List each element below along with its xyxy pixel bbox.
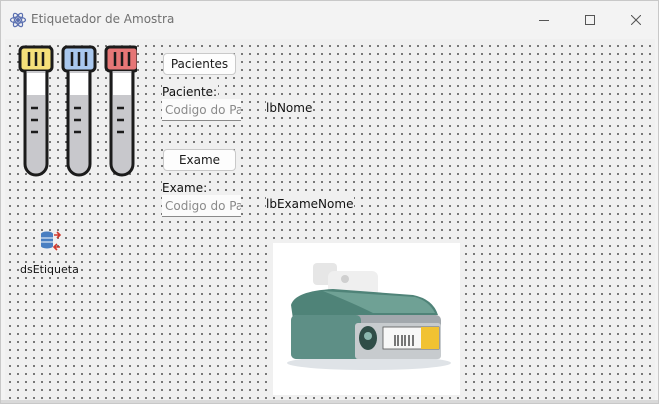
form-design-surface: Pacientes Paciente: Codigo do Paciente l… [5,39,655,400]
exame-button[interactable]: Exame [163,149,236,171]
maximize-button[interactable] [567,1,613,39]
close-button[interactable] [613,1,658,39]
close-icon [631,15,641,25]
pacientes-button[interactable]: Pacientes [163,53,236,75]
exam-name-label: lbExameNome [266,197,355,211]
horizontal-scrollbar[interactable] [1,400,658,403]
title-bar[interactable]: Etiquetador de Amostra [1,1,658,39]
database-icon[interactable] [38,229,62,253]
minimize-button[interactable] [521,1,567,39]
test-tubes-icon [18,45,137,177]
app-window: Etiquetador de Amostra Pacientes Pacient… [0,0,659,404]
exame-label: Exame: [162,181,209,195]
patient-name-label: lbNome [266,101,314,115]
exame-code-input[interactable]: Codigo do Paciente [162,195,241,217]
app-icon [9,12,27,28]
maximize-icon [585,15,595,25]
paciente-label: Paciente: [162,85,219,99]
window-title: Etiquetador de Amostra [31,12,175,26]
label-printer-icon [273,243,460,395]
minimize-icon [539,20,549,21]
dataset-label: dsEtiqueta [20,263,79,276]
paciente-code-input[interactable]: Codigo do Paciente [162,99,241,121]
